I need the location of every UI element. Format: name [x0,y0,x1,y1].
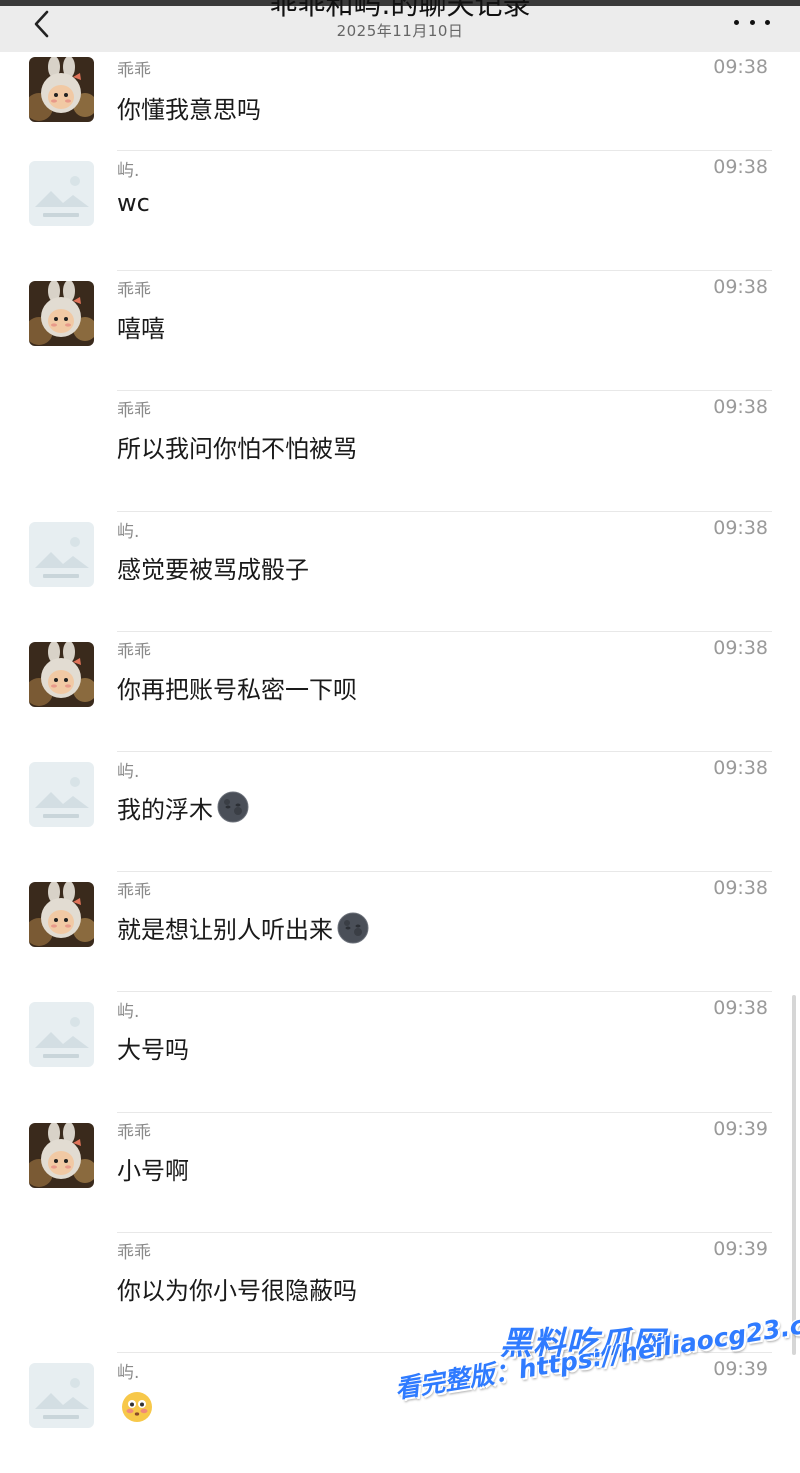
sender-name: 屿. [117,161,140,181]
message-row[interactable]: 屿. 09:39 [0,1353,800,1473]
avatar[interactable] [29,1362,94,1428]
sender-name: 乖乖 [117,281,151,302]
message-row[interactable]: 屿. 09:38 wc [0,151,800,272]
sender-name: 屿. [117,521,140,542]
avatar[interactable] [29,882,94,948]
back-button[interactable] [22,4,62,44]
message-row[interactable]: 乖乖 09:38 嘻嘻 [0,271,800,392]
chat-date: 2025年11月10日 [336,22,464,40]
message-row[interactable]: 乖乖 09:39 你以为你小号很隐蔽吗 [0,1233,800,1353]
message-content: 就是想让别人听出来 [117,910,369,945]
message-row[interactable]: 乖乖 09:38 所以我问你怕不怕被骂 [0,391,800,512]
message-content: 嘻嘻 [117,309,165,344]
image-placeholder-icon [29,1002,94,1068]
sender-name: 乖乖 [117,1122,151,1143]
message-content: 你以为你小号很隐蔽吗 [117,1271,357,1306]
sender-name: 屿. [117,761,140,782]
more-dot-icon [734,19,739,25]
message-time: 09:38 [713,997,768,1020]
new-moon-face-icon [217,791,249,823]
message-content: 你懂我意思吗 [117,90,261,125]
message-text: 你再把账号私密一下呗 [117,675,357,704]
message-row[interactable]: 乖乖 09:39 小号啊 [0,1113,800,1233]
message-time: 09:38 [713,276,768,299]
bunny-avatar-icon [29,641,94,707]
message-time: 09:39 [713,1237,768,1260]
more-options-button[interactable] [734,10,770,34]
sender-name: 屿. [117,1362,140,1383]
message-content: wc [117,189,150,217]
message-content: 所以我问你怕不怕被骂 [117,429,357,464]
message-time: 09:38 [713,56,768,78]
message-content: 你再把账号私密一下呗 [117,670,357,705]
sender-name: 乖乖 [117,641,151,662]
bunny-avatar-icon [29,281,94,347]
avatar[interactable] [29,1122,94,1188]
chevron-left-icon [34,10,49,38]
message-time: 09:39 [713,1357,768,1380]
image-placeholder-icon [29,1362,94,1428]
message-text: 嘻嘻 [117,315,165,344]
message-time: 09:38 [713,516,768,539]
avatar[interactable] [29,641,94,707]
message-text: 你以为你小号很隐蔽吗 [117,1276,357,1305]
image-placeholder-icon [29,161,94,226]
sender-name: 乖乖 [117,401,151,422]
avatar[interactable] [29,161,94,226]
message-text: 所以我问你怕不怕被骂 [117,435,357,464]
message-row[interactable]: 屿. 09:38 感觉要被骂成骰子 [0,512,800,632]
message-time: 09:38 [713,756,768,779]
message-time: 09:38 [713,396,768,419]
sender-name: 屿. [117,1002,140,1023]
chat-title: 乖乖和屿.的聊天记录 [269,0,531,18]
message-text: 就是想让别人听出来 [117,916,333,945]
avatar[interactable] [29,1002,94,1068]
message-time: 09:38 [713,156,768,178]
message-row[interactable]: 乖乖 09:38 就是想让别人听出来 [0,872,800,993]
message-content: 大号吗 [117,1030,189,1065]
message-time: 09:38 [713,636,768,659]
message-text: 你懂我意思吗 [117,96,261,124]
bunny-avatar-icon [29,1122,94,1188]
message-content: 感觉要被骂成骰子 [117,550,309,585]
message-row[interactable]: 乖乖 09:38 你再把账号私密一下呗 [0,632,800,752]
message-text: 大号吗 [117,1036,189,1065]
more-dot-icon [749,19,755,25]
image-placeholder-icon [29,761,94,827]
message-row[interactable]: 屿. 09:38 我的浮木 [0,752,800,873]
message-text: 我的浮木 [117,795,213,824]
chat-header: 乖乖和屿.的聊天记录 2025年11月10日 [0,0,800,52]
avatar[interactable] [29,57,94,122]
message-time: 09:39 [713,1117,768,1140]
avatar[interactable] [29,281,94,347]
flushed-face-icon [122,1391,152,1422]
avatar[interactable] [29,761,94,827]
message-content: 我的浮木 [117,790,249,825]
message-text: 小号啊 [117,1156,189,1185]
message-content: 小号啊 [117,1151,189,1186]
avatar[interactable] [29,521,94,587]
bunny-avatar-icon [29,882,94,948]
image-placeholder-icon [29,521,94,587]
new-moon-face-icon [337,912,369,944]
sender-name: 乖乖 [117,882,151,903]
message-time: 09:38 [713,877,768,900]
message-row[interactable]: 乖乖 09:38 你懂我意思吗 [0,52,800,151]
sender-name: 乖乖 [117,61,151,81]
scrollbar[interactable] [792,995,796,1355]
message-text: wc [117,189,150,217]
message-list: 乖乖 09:38 你懂我意思吗 屿. 09:38 wc 乖乖 09:38 嘻嘻 乖乖 09:38 所以… [0,52,800,1473]
message-content [117,1391,153,1423]
message-row[interactable]: 屿. 09:38 大号吗 [0,992,800,1113]
sender-name: 乖乖 [117,1242,151,1263]
more-dot-icon [765,19,770,25]
message-text: 感觉要被骂成骰子 [117,555,309,584]
bunny-avatar-icon [29,57,94,122]
